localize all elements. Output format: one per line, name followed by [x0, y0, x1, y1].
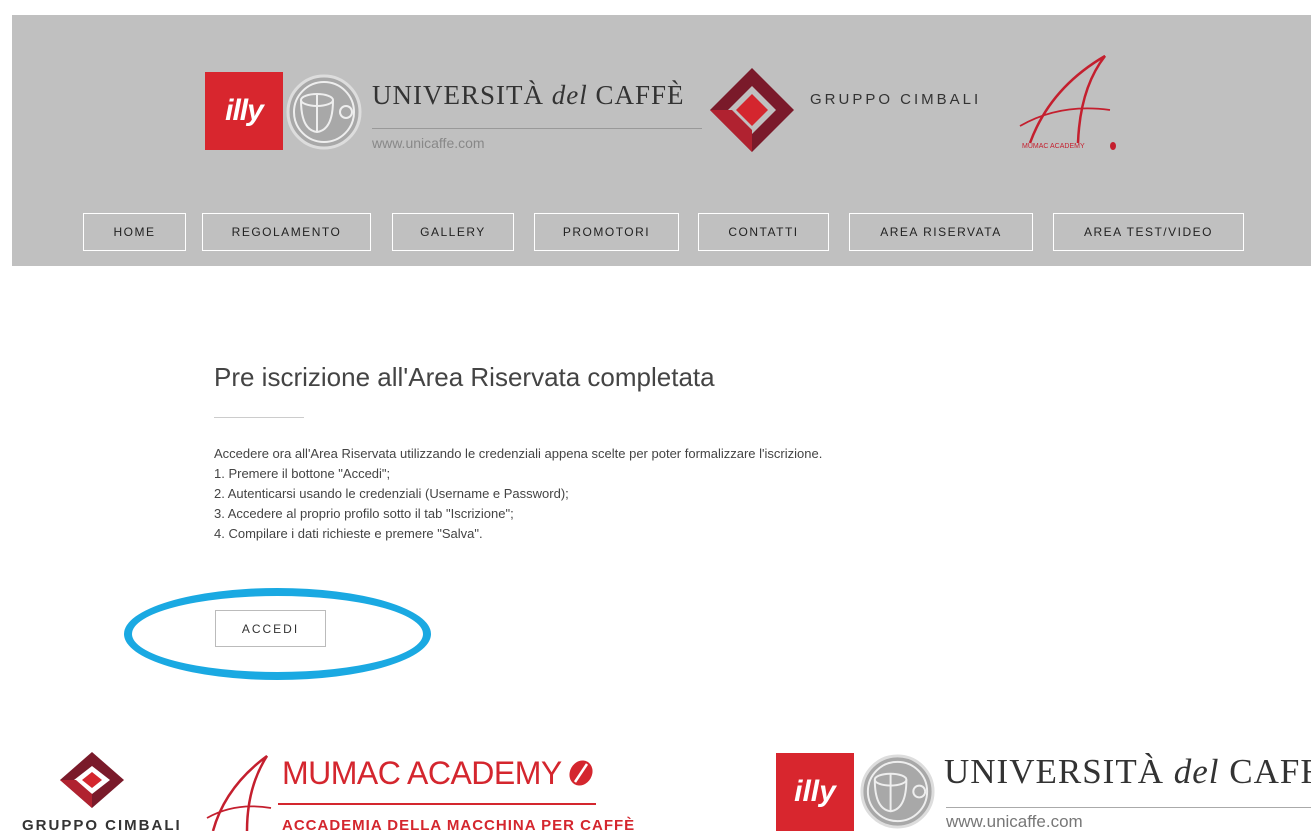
divider — [946, 807, 1311, 808]
cimbali-diamond-icon — [60, 752, 124, 808]
university-cup-icon — [286, 74, 362, 150]
mumac-a-icon — [206, 754, 272, 831]
footer-cimbali-name: GRUPPO CIMBALI — [22, 817, 182, 831]
footer-university-title: UNIVERSITÀ del CAFFÈ — [944, 752, 1311, 791]
footer-mumac-subtitle: ACCADEMIA DELLA MACCHINA PER CAFFÈ — [282, 817, 636, 831]
nav-regolamento[interactable]: REGOLAMENTO — [202, 213, 371, 251]
mumac-small-label: MUMAC ACADEMY — [1022, 143, 1085, 150]
footer-university-block: UNIVERSITÀ del CAFFÈ www.unicaffe.com — [940, 748, 1311, 831]
instruction-step-3: 3. Accedere al proprio profilo sotto il … — [214, 506, 514, 521]
instruction-step-4: 4. Compilare i dati richieste e premere … — [214, 526, 483, 541]
instruction-step-1: 1. Premere il bottone "Accedi"; — [214, 466, 391, 481]
coffee-bean-icon — [569, 760, 593, 786]
illy-logo[interactable]: illy — [776, 753, 854, 831]
university-title: UNIVERSITÀ del CAFFÈ — [372, 80, 685, 110]
title-divider — [214, 417, 304, 418]
divider — [372, 128, 702, 129]
nav-home[interactable]: HOME — [83, 213, 186, 251]
divider — [278, 803, 596, 805]
cimbali-diamond-icon — [710, 68, 794, 152]
footer-mumac-title: MUMAC ACADEMY — [282, 755, 562, 791]
cimbali-name: GRUPPO CIMBALI — [810, 91, 982, 108]
instruction-intro: Accedere ora all'Area Riservata utilizza… — [214, 446, 823, 461]
mumac-a-icon: MUMAC ACADEMY — [1019, 54, 1116, 150]
page-title: Pre iscrizione all'Area Riservata comple… — [214, 362, 715, 392]
instruction-step-2: 2. Autenticarsi usando le credenziali (U… — [214, 486, 569, 501]
nav-area-riservata[interactable]: AREA RISERVATA — [849, 213, 1033, 251]
illy-logo[interactable]: illy — [205, 72, 283, 150]
site-header: illy UNIVERSITÀ del CAFFÈ www.unicaffe.c… — [12, 15, 1311, 266]
nav-promotori[interactable]: PROMOTORI — [534, 213, 679, 251]
university-cup-icon — [860, 754, 935, 829]
instructions: Accedere ora all'Area Riservata utilizza… — [214, 444, 822, 544]
main-nav: HOME REGOLAMENTO GALLERY PROMOTORI CONTA… — [12, 213, 1311, 251]
nav-area-test-video[interactable]: AREA TEST/VIDEO — [1053, 213, 1244, 251]
nav-contatti[interactable]: CONTATTI — [698, 213, 829, 251]
university-url: www.unicaffe.com — [372, 135, 485, 151]
footer-university-url: www.unicaffe.com — [946, 812, 1083, 831]
nav-gallery[interactable]: GALLERY — [392, 213, 514, 251]
accedi-button[interactable]: ACCEDI — [215, 610, 326, 647]
